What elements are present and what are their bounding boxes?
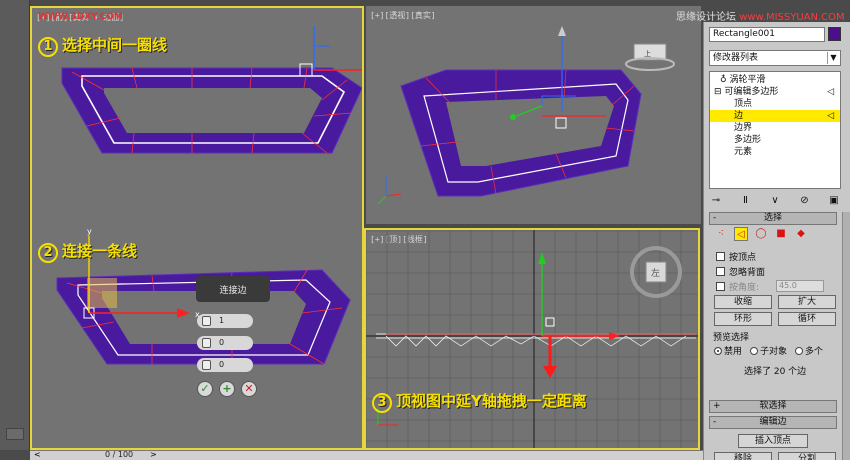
rollout-edit-edges[interactable]: - 编辑边 [709, 416, 837, 429]
border-mode-icon[interactable]: ◯ [754, 227, 768, 241]
radio-disabled[interactable]: 禁用 [714, 344, 742, 357]
stack-item-border[interactable]: 边界 [710, 122, 840, 134]
step-2-caption: 2 连接一条线 [38, 240, 137, 263]
connect-slide-field[interactable]: 0 [197, 358, 253, 372]
edge-mode-icon[interactable]: ◁ [734, 227, 748, 241]
command-panel: Rectangle001 修改器列表 ▼ ♁ 涡轮平滑 ⊟ 可编辑多边形 ◁ 顶… [703, 22, 850, 460]
angle-value-field[interactable]: 45.0 [776, 280, 824, 292]
insert-vertex-button[interactable]: 插入顶点 [738, 434, 808, 448]
configure-sets-icon[interactable]: ▣ [827, 195, 841, 211]
subobject-icons: ⁖ ◁ ◯ ■ ◆ [714, 227, 808, 241]
command-panel-scrollbar[interactable] [842, 212, 850, 460]
loop-button[interactable]: 循环 [778, 312, 836, 326]
step-3-caption: 3 顶视图中延Y轴拖拽一定距离 [372, 390, 587, 413]
prev-frame-button[interactable]: < [34, 450, 41, 459]
radio-multi[interactable]: 多个 [795, 344, 823, 357]
modifier-list-dropdown[interactable]: 修改器列表 ▼ [709, 50, 841, 66]
connect-edges-caddy-title: 连接边 [196, 276, 270, 302]
viewport-front[interactable]: [+][前][真实 + 边面] x y WWW.3DXY.COM 1 选择中间一… [30, 6, 364, 450]
connect-segments-field[interactable]: 1 [197, 314, 253, 328]
connect-pinch-field[interactable]: 0 [197, 336, 253, 350]
stack-item-polygon[interactable]: 多边形 [710, 134, 840, 146]
ok-button[interactable]: ✓ [197, 381, 213, 397]
left-toolbar-strip [0, 0, 30, 450]
apply-button[interactable]: + [219, 381, 235, 397]
frame-counter: 0 / 100 [105, 450, 134, 459]
modifier-stack[interactable]: ♁ 涡轮平滑 ⊟ 可编辑多边形 ◁ 顶点 边 ◁ 边界 多边形 元素 [709, 71, 841, 189]
preview-selection-label: 预览选择 [713, 333, 750, 343]
stack-item-turbosmooth[interactable]: ♁ 涡轮平滑 [710, 74, 840, 86]
step-1-caption: 1 选择中间一圈线 [38, 34, 167, 57]
edit-cursor-icon: ◁ [827, 87, 834, 97]
object-color-swatch[interactable] [828, 27, 841, 41]
by-angle-checkbox[interactable]: 按角度: [716, 280, 759, 293]
selection-count: 选择了 20 个边 [744, 367, 807, 377]
stack-item-editable-poly[interactable]: ⊟ 可编辑多边形 ◁ [710, 86, 840, 98]
make-unique-icon[interactable]: ∨ [768, 195, 782, 211]
svg-text:y: y [87, 227, 92, 236]
transform-plane [87, 278, 117, 308]
remove-button[interactable]: 移除 [714, 452, 772, 460]
collapse-icon: ⊟ [714, 87, 722, 97]
element-mode-icon[interactable]: ◆ [794, 227, 808, 241]
grow-button[interactable]: 扩大 [778, 295, 836, 309]
remove-modifier-icon[interactable]: ⊘ [798, 195, 812, 211]
preview-selection-radios: 禁用 子对象 多个 [714, 344, 823, 357]
segments-icon [202, 316, 211, 326]
rollout-soft-selection[interactable]: + 软选择 [709, 400, 837, 413]
svg-text:上: 上 [644, 49, 651, 58]
stack-item-edge[interactable]: 边 ◁ [710, 110, 840, 122]
chevron-down-icon: ▼ [827, 52, 839, 64]
stack-item-vertex[interactable]: 顶点 [710, 98, 840, 110]
pin-stack-icon[interactable]: ⊸ [709, 195, 723, 211]
shrink-button[interactable]: 收缩 [714, 295, 772, 309]
split-button[interactable]: 分割 [778, 452, 836, 460]
by-vertex-checkbox[interactable]: 按顶点 [716, 250, 756, 263]
viewport-perspective[interactable]: [+][透视][真实] 上 [366, 6, 701, 224]
slide-icon [202, 360, 211, 370]
stack-item-element[interactable]: 元素 [710, 146, 840, 158]
cancel-button[interactable]: ✕ [241, 381, 257, 397]
viewport-top[interactable]: [+][顶][线框] 左 3 顶视图中延Y轴拖拽一定距离 [364, 228, 700, 450]
pinch-icon [202, 338, 211, 348]
max-app-window: [+][前][真实 + 边面] x y WWW.3DXY.COM 1 选择中间一… [0, 0, 850, 460]
ignore-backfacing-checkbox[interactable]: 忽略背面 [716, 265, 765, 278]
next-frame-button[interactable]: > [150, 450, 157, 459]
strip-button[interactable] [6, 428, 24, 440]
perspective-viewport-canvas: 上 [377, 26, 675, 205]
ring-button[interactable]: 环形 [714, 312, 772, 326]
show-end-result-icon[interactable]: Ⅱ [739, 195, 753, 211]
stack-toolbar: ⊸ Ⅱ ∨ ⊘ ▣ [709, 195, 841, 211]
site-watermark: 思缘设计论坛 www.MISSYUAN.COM [676, 12, 845, 23]
object-name-field[interactable]: Rectangle001 [709, 27, 825, 42]
watermark: WWW.3DXY.COM [38, 12, 123, 22]
lightbulb-icon: ♁ [720, 75, 727, 85]
rollout-selection[interactable]: - 选择 [709, 212, 837, 225]
polygon-mode-icon[interactable]: ■ [774, 227, 788, 241]
shape-hole [104, 88, 322, 133]
time-slider[interactable]: < 0 / 100 > [30, 450, 703, 460]
edit-cursor-icon: ◁ [827, 111, 834, 121]
svg-text:左: 左 [651, 267, 660, 279]
top-viewport-canvas: 左 [366, 230, 698, 448]
vertex-mode-icon[interactable]: ⁖ [714, 227, 728, 241]
radio-subobject[interactable]: 子对象 [750, 344, 787, 357]
